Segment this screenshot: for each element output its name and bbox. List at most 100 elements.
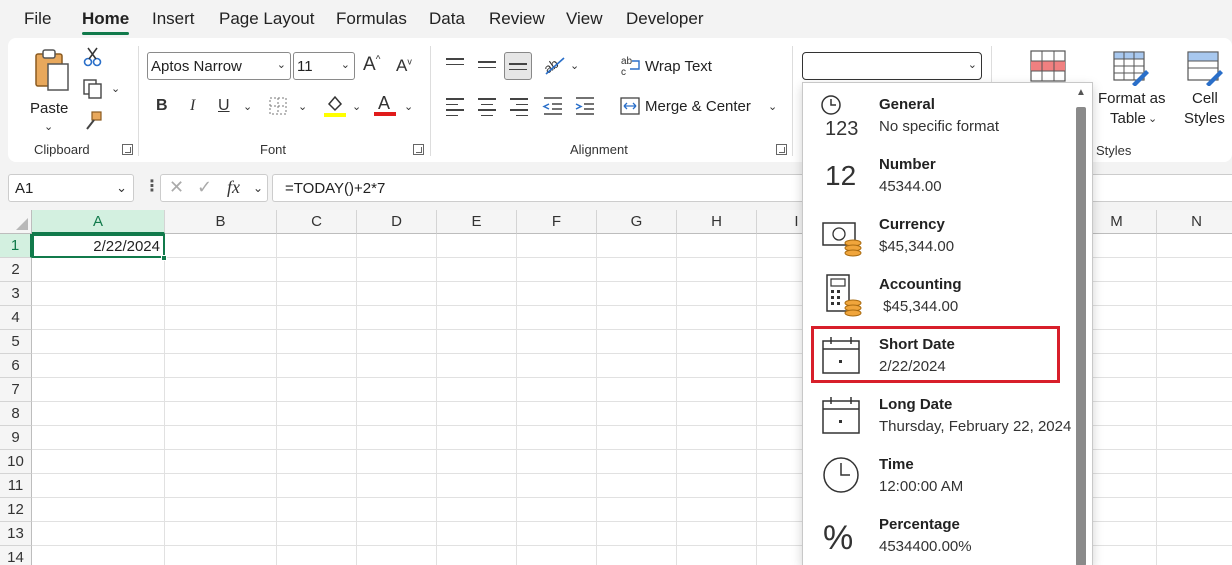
alignment-launcher-icon[interactable] [776,144,787,155]
tab-file[interactable]: File [24,9,51,29]
cancel-icon[interactable]: ✕ [169,177,184,198]
tab-developer[interactable]: Developer [626,9,704,29]
decrease-font-size-icon[interactable]: Av [396,56,412,76]
merge-center-button[interactable]: Merge & Center ⌄ [620,94,780,120]
font-group-label: Font [260,142,287,157]
paste-button[interactable]: Paste ⌄ [26,46,86,133]
gridline [436,234,437,565]
fill-color-chevron-icon[interactable]: ⌄ [352,100,361,113]
align-center-icon[interactable] [478,98,496,120]
chevron-down-icon[interactable]: ⌄ [253,181,263,195]
increase-indent-icon[interactable] [574,96,596,116]
column-header-a[interactable]: A [32,210,165,234]
format-as-table-label-1: Format as [1098,90,1166,107]
cell-a1[interactable]: 2/22/2024 [32,234,165,258]
column-header-d[interactable]: D [357,210,437,234]
scroll-up-icon[interactable]: ▲ [1076,87,1086,98]
tab-data[interactable]: Data [429,9,465,29]
fill-color-icon[interactable] [324,94,346,118]
column-header-f[interactable]: F [517,210,597,234]
row-header-1[interactable]: 1 [0,234,32,258]
tab-review[interactable]: Review [489,9,545,29]
tab-formulas[interactable]: Formulas [336,9,407,29]
conditional-formatting-icon[interactable] [1030,50,1066,82]
copy-dropdown-chevron-icon[interactable]: ⌄ [111,82,120,95]
underline-button[interactable]: U [218,97,230,115]
decrease-indent-icon[interactable] [542,96,564,116]
name-box[interactable]: A1 ⌄ [8,174,134,202]
column-header-b[interactable]: B [165,210,277,234]
bold-button[interactable]: B [156,97,168,115]
column-header-h[interactable]: H [677,210,757,234]
align-bottom-button[interactable] [504,52,532,80]
align-right-icon[interactable] [510,98,528,120]
format-option-general[interactable]: 123 General No specific format [803,83,1073,143]
column-header-c[interactable]: C [277,210,357,234]
tab-insert[interactable]: Insert [152,9,195,29]
borders-icon[interactable] [268,96,288,116]
font-color-button[interactable]: A [374,93,396,117]
row-header-9[interactable]: 9 [0,426,32,450]
clipboard-launcher-icon[interactable] [122,144,133,155]
row-header-12[interactable]: 12 [0,498,32,522]
font-color-chevron-icon[interactable]: ⌄ [404,100,413,113]
calendar-icon [822,397,860,434]
cut-icon[interactable] [82,46,104,68]
row-header-7[interactable]: 7 [0,378,32,402]
svg-text:%: % [823,519,853,557]
cell-styles-button[interactable]: Cell Styles ⌄ [1178,48,1232,128]
align-top-icon[interactable] [446,58,464,69]
tab-home[interactable]: Home [82,9,130,35]
format-option-currency[interactable]: Currency $45,344.00 [803,203,1073,263]
orientation-chevron-icon[interactable]: ⌄ [570,59,579,72]
paste-icon [35,49,69,91]
increase-font-size-icon[interactable]: A^ [363,54,380,76]
align-middle-icon[interactable] [478,61,496,72]
row-header-2[interactable]: 2 [0,258,32,282]
format-option-time[interactable]: Time 12:00:00 AM [803,443,1073,503]
tab-view[interactable]: View [566,9,603,29]
row-header-8[interactable]: 8 [0,402,32,426]
chevron-down-icon: ⌄ [276,59,286,71]
borders-chevron-icon[interactable]: ⌄ [298,100,307,113]
chevron-down-icon: ⌄ [967,59,977,71]
format-painter-icon[interactable] [82,110,104,132]
font-launcher-icon[interactable] [413,144,424,155]
scrollbar-thumb[interactable] [1076,107,1086,565]
wrap-text-button[interactable]: ab c Wrap Text [620,54,730,80]
format-option-percentage[interactable]: % Percentage 4534400.00% [803,503,1073,563]
number-format-select[interactable]: ⌄ [802,52,982,80]
row-header-3[interactable]: 3 [0,282,32,306]
align-left-icon[interactable] [446,98,464,120]
orientation-icon[interactable]: ab [542,54,568,76]
enter-icon[interactable]: ✓ [197,177,212,198]
format-option-long-date[interactable]: Long Date Thursday, February 22, 2024 [803,383,1073,443]
gridline [756,234,757,565]
format-option-number[interactable]: 12 Number 45344.00 [803,143,1073,203]
font-name-select[interactable]: Aptos Narrow ⌄ [147,52,291,80]
row-header-6[interactable]: 6 [0,354,32,378]
font-size-select[interactable]: 11 ⌄ [293,52,355,80]
copy-icon[interactable] [82,78,104,100]
dropdown-scrollbar[interactable]: ▲ [1075,87,1087,565]
underline-chevron-icon[interactable]: ⌄ [243,100,252,113]
column-header-e[interactable]: E [437,210,517,234]
italic-button[interactable]: I [190,97,195,115]
row-header-10[interactable]: 10 [0,450,32,474]
insert-function-icon[interactable]: fx [227,177,240,198]
row-header-13[interactable]: 13 [0,522,32,546]
format-option-sample: 4534400.00% [879,538,972,555]
column-header-g[interactable]: G [597,210,677,234]
row-header-14[interactable]: 14 [0,546,32,565]
gridline [1156,234,1157,565]
format-as-table-button[interactable]: Format as Table ⌄ [1096,48,1168,128]
select-all-button[interactable] [0,210,32,234]
column-header-n[interactable]: N [1157,210,1232,234]
tab-page-layout[interactable]: Page Layout [219,9,314,29]
row-header-5[interactable]: 5 [0,330,32,354]
row-header-11[interactable]: 11 [0,474,32,498]
format-option-accounting[interactable]: Accounting $45,344.00 [803,263,1073,323]
fill-handle[interactable] [161,255,167,261]
more-options-icon[interactable]: ⋮ [144,176,160,196]
row-header-4[interactable]: 4 [0,306,32,330]
